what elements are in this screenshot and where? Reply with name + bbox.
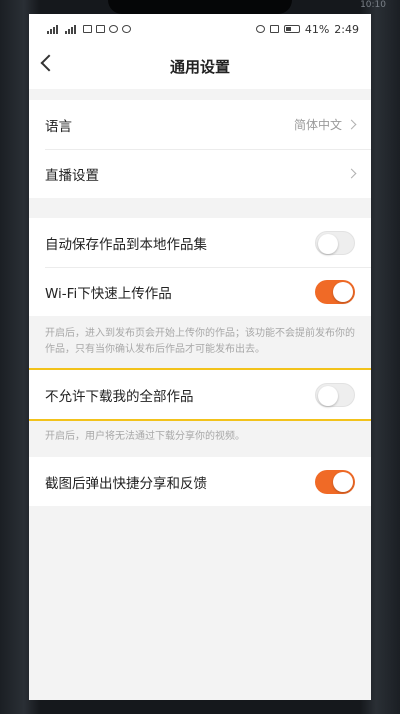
live-settings-label: 直播设置 [45, 167, 99, 184]
download-hint: 开启后，用户将无法通过下载分享你的视频。 [29, 419, 371, 457]
battery-percent: 41% [304, 22, 330, 36]
corner-time: 10:10 [360, 0, 386, 10]
screen: 41% 2:49 通用设置 语言 简体中文 直播设置 自动保存作品到本地作品集 [29, 14, 371, 700]
vibrate-icon [269, 25, 279, 33]
toggle-knob [318, 233, 338, 254]
alarm-icon [255, 25, 265, 33]
search-icon [109, 25, 118, 33]
wifi-upload-row: Wi-Fi下快速上传作品 [29, 267, 371, 316]
screenshot-share-label: 截图后弹出快捷分享和反馈 [45, 475, 207, 492]
auto-save-label: 自动保存作品到本地作品集 [45, 236, 207, 253]
status-time: 2:49 [334, 22, 359, 36]
auto-save-row: 自动保存作品到本地作品集 [29, 218, 371, 267]
signal-icon [47, 24, 61, 34]
chevron-right-icon [346, 168, 357, 179]
language-label: 语言 [45, 118, 72, 135]
toggle-knob [333, 281, 353, 302]
status-bar: 41% 2:49 [29, 14, 371, 44]
group-screenshot: 截图后弹出快捷分享和反馈 [29, 457, 371, 506]
live-settings-right [346, 168, 357, 179]
language-value: 简体中文 [293, 118, 342, 132]
disallow-download-label: 不允许下载我的全部作品 [45, 388, 194, 405]
group-general: 语言 简体中文 直播设置 [29, 100, 371, 198]
signal-icon-2 [65, 24, 79, 34]
screenshot-share-toggle[interactable] [315, 469, 355, 494]
video-icon [83, 25, 92, 33]
auto-save-toggle[interactable] [315, 230, 355, 255]
wifi-upload-toggle[interactable] [315, 279, 355, 304]
wifi-upload-label: Wi-Fi下快速上传作品 [45, 285, 172, 302]
phone-notch [108, 0, 292, 14]
upload-hint: 开启后，进入到发布页会开始上传你的作品；该功能不会提前发布你的作品，只有当你确认… [29, 316, 371, 370]
nav-bar: 通用设置 [29, 44, 371, 89]
disallow-download-row: 不允许下载我的全部作品 [29, 370, 371, 419]
chevron-right-icon [346, 119, 357, 130]
disallow-download-toggle[interactable] [315, 382, 355, 407]
live-settings-row[interactable]: 直播设置 [29, 149, 371, 198]
toggle-knob [333, 471, 353, 492]
battery-icon [283, 25, 300, 33]
page-title: 通用设置 [169, 58, 230, 76]
language-right: 简体中文 [293, 116, 357, 133]
sim-icon [96, 25, 105, 33]
toggle-knob [318, 385, 338, 406]
screenshot-share-row: 截图后弹出快捷分享和反馈 [29, 457, 371, 506]
wechat-icon [122, 25, 131, 33]
language-row[interactable]: 语言 简体中文 [29, 100, 371, 149]
status-left-icons [47, 24, 131, 34]
group-download: 不允许下载我的全部作品 [29, 368, 371, 421]
group-upload: 自动保存作品到本地作品集 Wi-Fi下快速上传作品 [29, 218, 371, 316]
status-right: 41% 2:49 [255, 22, 359, 36]
